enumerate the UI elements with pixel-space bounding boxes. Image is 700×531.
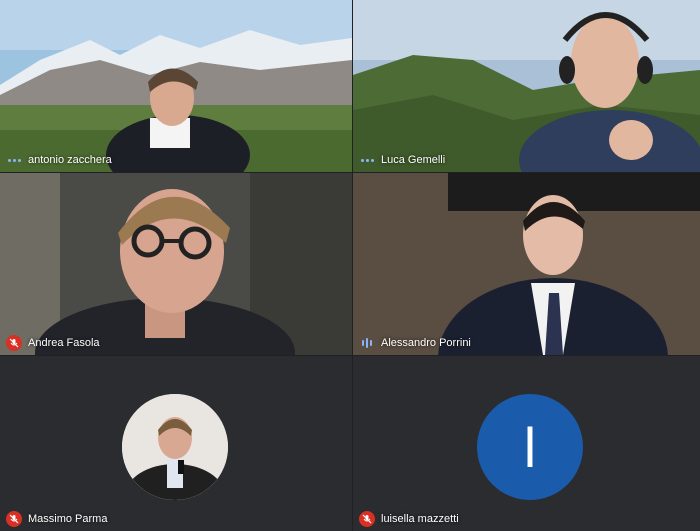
name-label-massimo: Massimo Parma (6, 511, 107, 527)
video-feed-antonio (0, 0, 352, 172)
avatar-letter: l (477, 394, 583, 500)
participant-tile-luisella[interactable]: l luisella mazzetti (353, 356, 700, 531)
mic-off-icon (6, 511, 22, 527)
participant-tile-antonio[interactable]: antonio zacchera (0, 0, 352, 172)
participant-name: Andrea Fasola (28, 337, 100, 349)
participant-name: Luca Gemelli (381, 154, 446, 166)
participant-tile-massimo[interactable]: Massimo Parma (0, 356, 352, 531)
name-label-antonio: antonio zacchera (6, 152, 112, 168)
mic-off-icon (6, 335, 22, 351)
participant-name: Alessandro Porrini (381, 337, 471, 349)
avatar (122, 394, 228, 500)
name-label-alessandro: Alessandro Porrini (359, 335, 471, 351)
participant-tile-alessandro[interactable]: Alessandro Porrini (353, 173, 700, 355)
mic-off-icon (359, 511, 375, 527)
video-feed-alessandro (353, 173, 700, 355)
name-label-luisella: luisella mazzetti (359, 511, 459, 527)
name-label-luca: Luca Gemelli (359, 152, 445, 168)
name-label-andrea: Andrea Fasola (6, 335, 100, 351)
participant-name: Massimo Parma (28, 513, 108, 525)
video-feed-luca (353, 0, 700, 172)
audio-level-icon (359, 335, 375, 351)
participant-tile-luca[interactable]: Luca Gemelli (353, 0, 700, 172)
speaking-indicator-icon (359, 152, 375, 168)
participant-tile-andrea[interactable]: Andrea Fasola (0, 173, 352, 355)
participant-name: antonio zacchera (28, 154, 112, 166)
speaking-indicator-icon (6, 152, 22, 168)
video-feed-andrea (0, 173, 352, 355)
participant-name: luisella mazzetti (381, 513, 459, 525)
